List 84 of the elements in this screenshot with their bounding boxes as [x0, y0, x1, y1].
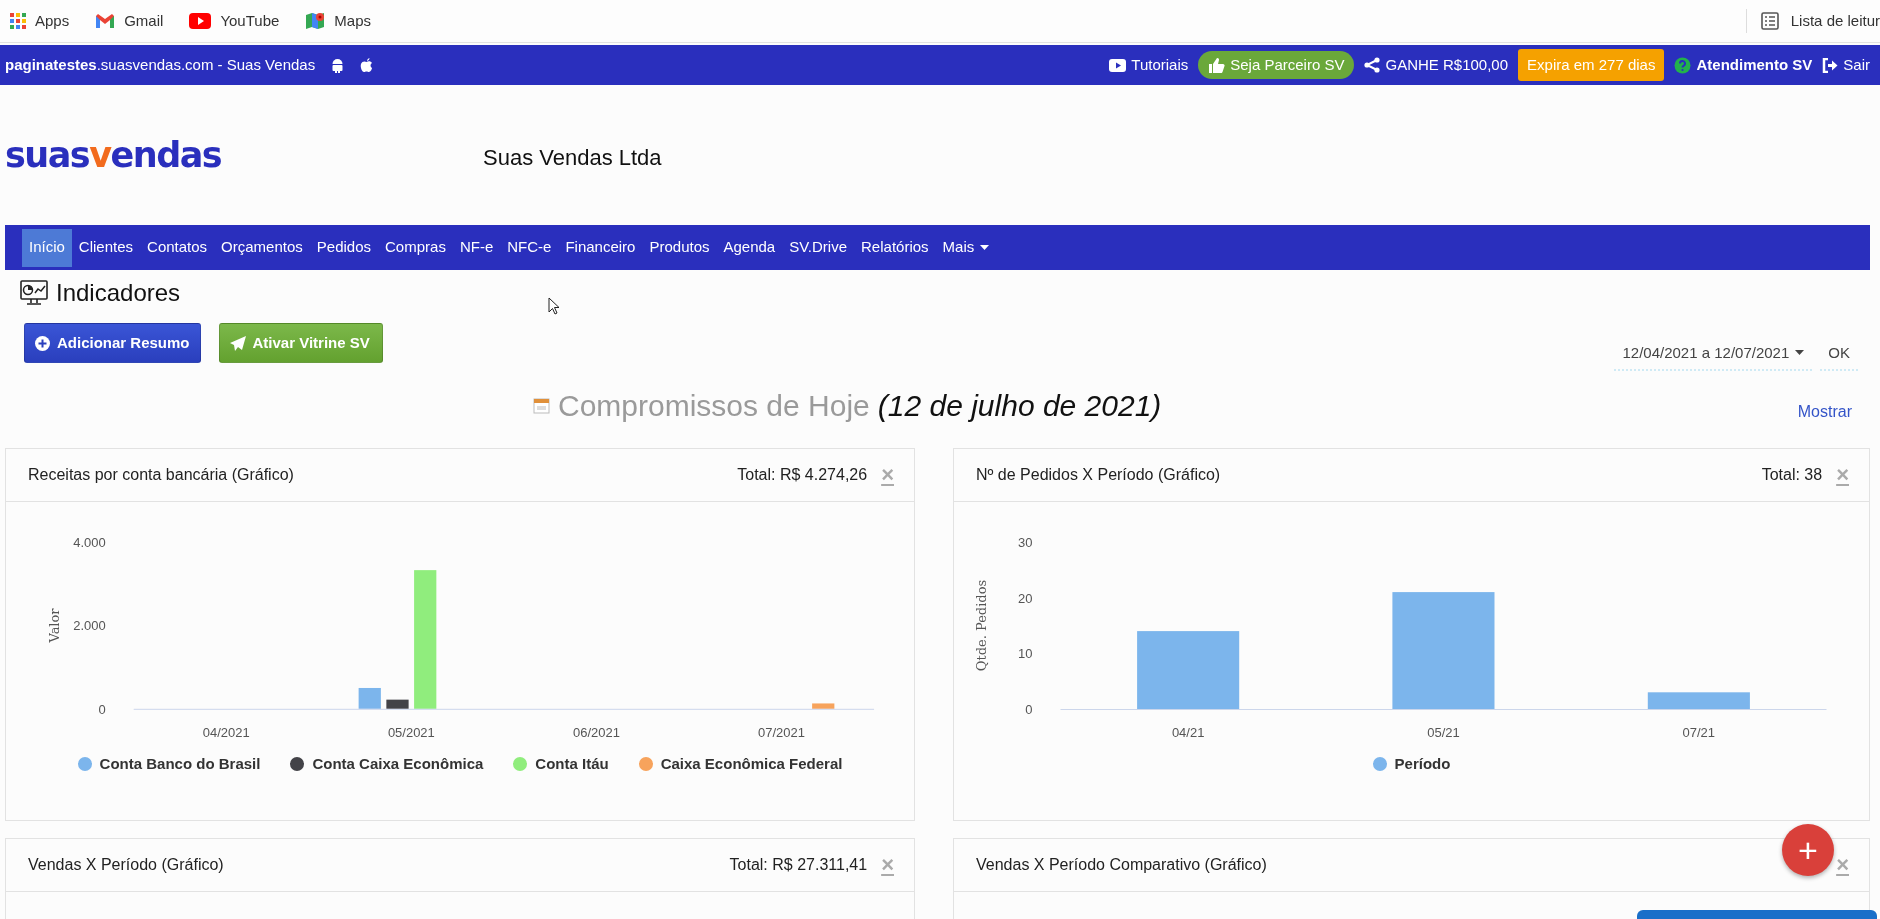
legend-item[interactable]: Período	[1372, 753, 1451, 776]
mail-icon	[95, 13, 116, 29]
site-title: paginatestes.suasvendas.com - Suas Vendas	[5, 54, 316, 75]
page-title: Indicadores	[56, 278, 181, 308]
axis-title: Valor	[46, 608, 62, 643]
bar	[358, 687, 381, 709]
help-icon	[1674, 56, 1692, 74]
tick-label: 05/21	[1427, 725, 1460, 740]
caret-icon	[1795, 350, 1805, 356]
card-total: Total: R$ 27.311,41	[729, 855, 868, 875]
card-title: Nº de Pedidos X Período (Gráfico)	[976, 465, 1221, 485]
nav-item[interactable]: Orçamentos	[214, 228, 310, 267]
tick-label: 30	[1018, 535, 1033, 550]
bar	[386, 699, 409, 709]
reading-list-button[interactable]: Lista de leitur	[1760, 9, 1880, 33]
card-title: Receitas por conta bancária (Gráfico)	[28, 465, 294, 485]
bookmark[interactable]: Gmail	[95, 9, 178, 33]
nav-item[interactable]: Contatos	[140, 228, 215, 267]
nav-item[interactable]: Produtos	[642, 228, 717, 267]
tick-label: 07/21	[1682, 725, 1716, 740]
apple-icon	[360, 57, 374, 73]
tick-label: 0	[1025, 702, 1033, 717]
ok-button[interactable]: OK	[1820, 336, 1858, 371]
agenda-title: Compromissos de Hoje	[558, 388, 870, 424]
top-link[interactable]: Sair	[1822, 53, 1870, 77]
bookmark[interactable]: Apps	[10, 9, 84, 33]
agenda-date: (12 de julho de 2021)	[877, 388, 1162, 424]
nav-item[interactable]: Pedidos	[309, 228, 379, 267]
nav-item[interactable]: Início	[22, 228, 72, 267]
nav-item[interactable]: Financeiro	[558, 228, 643, 267]
card-total: Total: R$ 4.274,26	[737, 465, 868, 485]
top-link[interactable]: GANHE R$100,00	[1364, 53, 1509, 77]
bookmark[interactable]: Maps	[305, 9, 385, 33]
nav-item[interactable]: Mais	[935, 228, 997, 267]
nav-item[interactable]: Relatórios	[854, 228, 936, 267]
axis-title: Qtde. Pedidos	[973, 579, 989, 672]
logo: suasvendas	[5, 133, 223, 177]
nav-item[interactable]: NF-e	[452, 228, 501, 267]
card-total: Total: 38	[1761, 465, 1823, 485]
legend-item[interactable]: Conta Caixa Econômica	[290, 753, 484, 776]
monitor-chart-icon	[20, 280, 48, 306]
nav-item[interactable]: NFC-e	[500, 228, 559, 267]
legend-item[interactable]: Caixa Econômica Federal	[638, 753, 843, 776]
android-icon	[331, 57, 345, 73]
cursor-icon	[548, 297, 560, 315]
legend-item[interactable]: Conta Banco do Brasil	[77, 753, 261, 776]
action-button[interactable]: Adicionar Resumo	[24, 323, 201, 363]
logout-icon	[1822, 57, 1839, 73]
paper-plane-icon	[229, 335, 246, 351]
add-button[interactable]: +	[1782, 824, 1834, 876]
company-name: Suas Vendas Ltda	[483, 143, 662, 172]
tick-label: 07/2021	[758, 724, 805, 740]
show-link[interactable]: Mostrar	[1797, 399, 1852, 424]
tick-label: 04/2021	[202, 724, 250, 740]
card-title: Vendas X Período Comparativo (Gráfico)	[976, 855, 1267, 875]
share-icon	[1364, 57, 1381, 73]
tick-label: 10	[1018, 646, 1033, 662]
tick-label: 04/21	[1171, 725, 1205, 740]
apps-grid-icon	[10, 13, 26, 29]
card-title: Vendas X Período (Gráfico)	[28, 855, 224, 875]
reading-list-icon	[1760, 12, 1779, 30]
tick-label: 4.000	[73, 535, 106, 551]
bookmark[interactable]: YouTube	[189, 9, 294, 33]
top-link[interactable]: Tutoriais	[1109, 53, 1189, 77]
tick-label: 20	[1018, 590, 1033, 606]
nav-item[interactable]: Agenda	[716, 228, 783, 267]
top-link[interactable]: Atendimento SV	[1674, 53, 1813, 77]
tick-label: 05/2021	[387, 724, 435, 740]
tick-label: 0	[98, 701, 106, 717]
bar	[812, 703, 835, 709]
nav-item[interactable]: SV.Drive	[782, 228, 855, 267]
tick-label: 2.000	[73, 618, 106, 634]
map-icon	[305, 11, 326, 31]
nav-item[interactable]: Compras	[378, 228, 453, 267]
plus-circle-icon	[35, 335, 50, 351]
legend-item[interactable]: Conta Itáu	[513, 753, 609, 776]
date-range-dropdown[interactable]: 12/04/2021 a 12/07/2021	[1614, 336, 1813, 371]
nav-item[interactable]: Clientes	[71, 228, 141, 267]
thumbs-up-icon	[1208, 56, 1226, 74]
calendar-icon	[533, 397, 550, 414]
tick-label: 06/2021	[573, 724, 620, 740]
youtube-icon	[1109, 58, 1127, 72]
youtube-icon	[189, 13, 212, 29]
chat-tab[interactable]	[1637, 910, 1877, 919]
